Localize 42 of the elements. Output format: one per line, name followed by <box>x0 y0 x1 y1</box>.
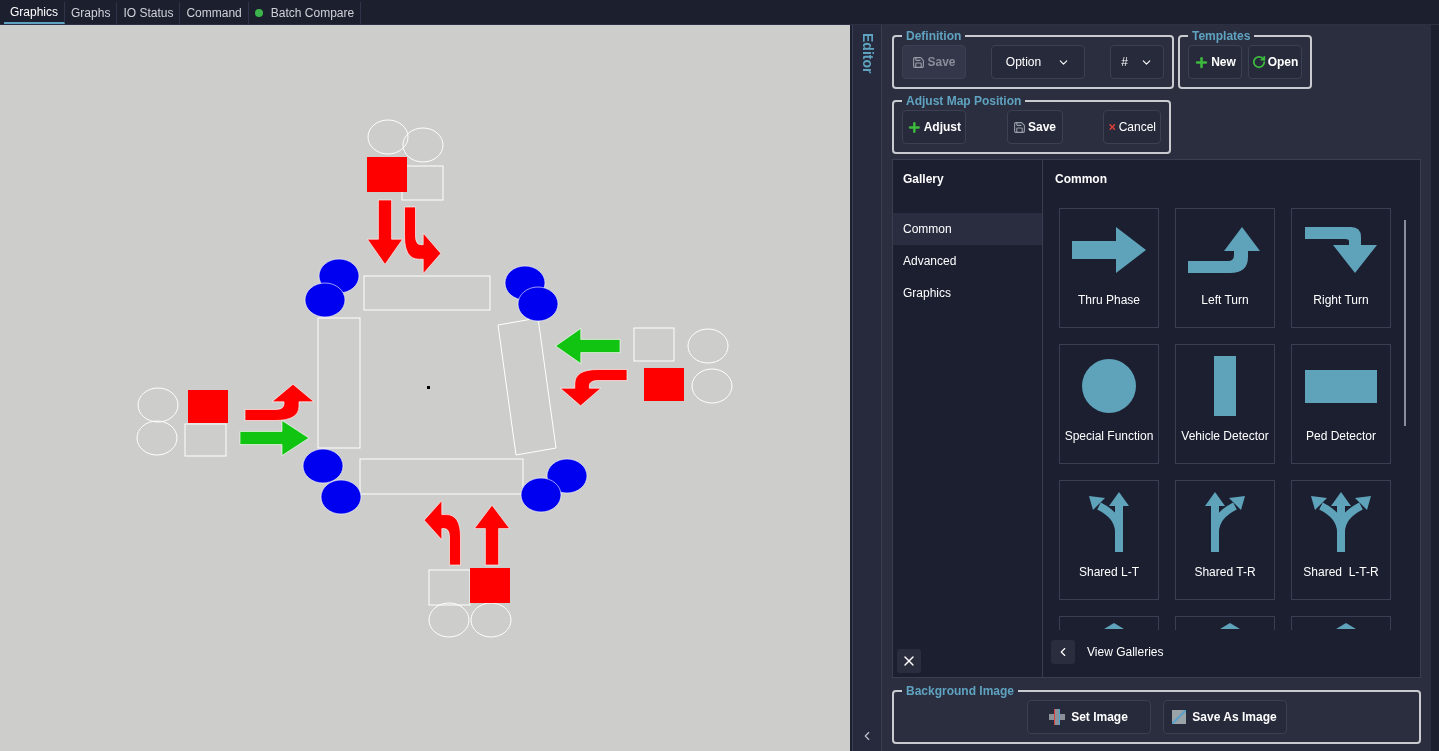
open-button[interactable]: Open <box>1248 45 1302 79</box>
group-title: Templates <box>1191 28 1252 45</box>
tile-label: Shared L-T <box>1079 564 1139 581</box>
gallery-tile[interactable]: Vehicle Detector <box>1175 344 1275 464</box>
tile-label: Shared T-R <box>1194 564 1256 581</box>
section-title: Common <box>1054 171 1108 188</box>
gallery-category[interactable]: Common <box>893 213 1042 245</box>
tile-label: Vehicle Detector <box>1181 428 1269 445</box>
tile-label: Thru Phase <box>1077 292 1140 309</box>
tile-label: Right Turn <box>1313 292 1369 309</box>
gallery-title: Gallery <box>902 171 945 188</box>
gallery-tile[interactable]: Ped Detector <box>1291 344 1391 464</box>
tile-label: Shared L-T-R <box>1303 564 1379 581</box>
gallery-tile[interactable]: Special Function <box>1059 344 1159 464</box>
group-title: Adjust Map Position <box>905 93 1023 110</box>
new-button[interactable]: New <box>1188 45 1242 79</box>
cancel-button[interactable]: Cancel <box>1103 110 1161 144</box>
save-image-button[interactable]: Save As Image <box>1162 700 1287 734</box>
tab[interactable]: IO Status <box>117 2 181 24</box>
gallery-tile[interactable]: Left Turn <box>1175 208 1275 328</box>
set-button[interactable]: Set Image <box>1026 700 1151 734</box>
gallery-tile[interactable]: Shared L-T <box>1059 480 1159 600</box>
tab[interactable]: Batch Compare <box>248 2 362 24</box>
gallery-tile[interactable]: Thru Phase <box>1059 208 1159 328</box>
gallery-tile[interactable]: Shared L-T-R <box>1291 480 1391 600</box>
tab[interactable]: Graphs <box>65 2 118 24</box>
tile-label: Ped Detector <box>1305 428 1376 445</box>
tab[interactable]: Command <box>180 2 249 24</box>
save-button[interactable]: Save <box>1006 110 1063 144</box>
gallery-tile[interactable]: Right Turn <box>1291 208 1391 328</box>
tile-label: Left Turn <box>1201 292 1249 309</box>
tile-label: Special Function <box>1064 428 1154 445</box>
gallery-tile[interactable]: Shared T-R <box>1175 480 1275 600</box>
gallery-category[interactable]: Advanced <box>893 245 1042 277</box>
editor-title: Editor <box>858 33 877 74</box>
add-button[interactable]: Adjust <box>902 110 966 144</box>
group-title: Definition <box>905 28 963 45</box>
view-galleries-label: View Galleries <box>1087 644 1164 661</box>
option-dropdown[interactable]: Option <box>991 45 1085 79</box>
group-title: Background Image <box>905 683 1016 700</box>
number-dropdown[interactable]: # <box>1110 45 1164 79</box>
gallery-category[interactable]: Graphics <box>893 277 1042 309</box>
